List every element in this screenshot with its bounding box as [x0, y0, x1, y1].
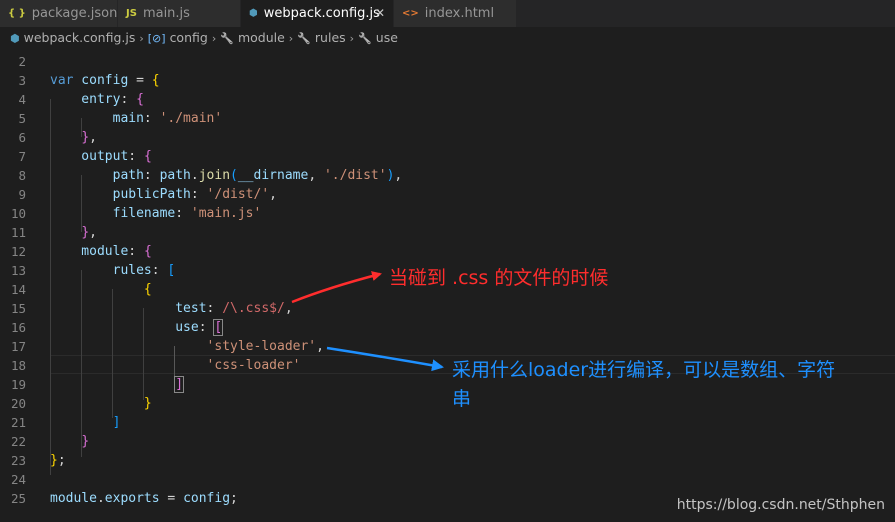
variable-icon: [⊘]: [147, 32, 166, 45]
breadcrumb-item-file[interactable]: ⬢ webpack.config.js: [10, 27, 135, 50]
breadcrumb-label: use: [375, 30, 398, 45]
tab-bar: { } package.json JS main.js ⬢ webpack.confi…: [0, 0, 895, 27]
breadcrumb-label: config: [169, 30, 208, 45]
json-file-icon: { }: [8, 8, 26, 19]
watermark: https://blog.csdn.net/Sthphen: [676, 497, 885, 513]
tab-main-js[interactable]: JS main.js: [118, 0, 240, 27]
tab-label: index.html: [424, 6, 495, 21]
breadcrumb-item-module[interactable]: 🔧 module: [220, 27, 285, 50]
breadcrumb-label: webpack.config.js: [23, 30, 136, 45]
breadcrumb-label: rules: [314, 30, 346, 45]
html-file-icon: <>: [402, 8, 419, 19]
tab-label: package.json: [31, 6, 117, 21]
breadcrumb: ⬢ webpack.config.js › [⊘] config › 🔧 module › 🔧 ru…: [0, 27, 895, 49]
webpack-file-icon: ⬢: [9, 32, 20, 45]
breadcrumb-item-use[interactable]: 🔧 use: [358, 27, 398, 50]
wrench-icon: 🔧: [297, 32, 311, 45]
webpack-file-icon: ⬢: [249, 8, 258, 19]
js-file-icon: JS: [126, 8, 137, 19]
tab-index-html[interactable]: <> index.html: [394, 0, 516, 27]
tab-webpack-config-js[interactable]: ⬢ webpack.config.js ✕: [241, 0, 393, 27]
breadcrumb-item-config[interactable]: [⊘] config: [148, 27, 208, 50]
tab-package-json[interactable]: { } package.json: [0, 0, 117, 27]
chevron-right-icon: ›: [349, 32, 355, 45]
code-editor[interactable]: 2 3 4 5 6 7 8 9 10 11 12 13 14 15 16 17 18 19 20 21 22 23 24 25…: [0, 49, 895, 522]
annotation-loader-use-continued: 串: [452, 388, 472, 410]
annotation-css-match: 当碰到 .css 的文件的时候: [389, 267, 609, 289]
wrench-icon: 🔧: [220, 32, 234, 45]
chevron-right-icon: ›: [139, 32, 144, 45]
tab-label: webpack.config.js: [263, 6, 380, 21]
annotation-loader-use: 采用什么loader进行编译，可以是数组、字符: [452, 359, 836, 381]
blue-arrow: [326, 346, 444, 372]
wrench-icon: 🔧: [358, 32, 372, 45]
breadcrumb-label: module: [237, 30, 285, 45]
close-icon[interactable]: ✕: [375, 0, 385, 27]
red-arrow: [291, 271, 382, 304]
tab-label: main.js: [142, 6, 190, 21]
breadcrumb-item-rules[interactable]: 🔧 rules: [297, 27, 345, 50]
chevron-right-icon: ›: [288, 32, 294, 45]
chevron-right-icon: ›: [211, 32, 217, 45]
